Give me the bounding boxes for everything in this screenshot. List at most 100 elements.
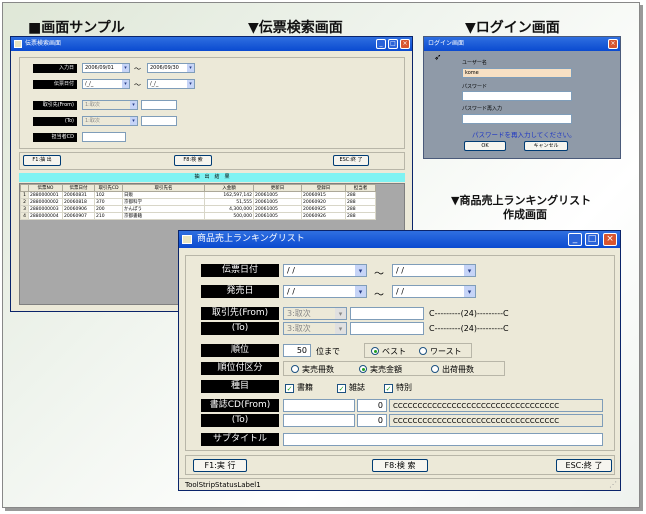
ok-button[interactable]: OK: [464, 141, 506, 151]
cancel-button[interactable]: キャンセル: [524, 141, 568, 151]
radio-best-label: ベスト: [382, 347, 407, 356]
maximize-button[interactable]: □: [388, 39, 398, 49]
close-button[interactable]: ×: [400, 39, 410, 49]
client-from-code-input[interactable]: [350, 307, 424, 320]
maximize-button[interactable]: □: [585, 233, 599, 246]
chevron-down-icon[interactable]: ▾: [122, 80, 129, 88]
book-cd-to-input[interactable]: [283, 414, 355, 427]
chevron-down-icon[interactable]: ▾: [122, 64, 129, 72]
client-from-select-value: 1:取次: [85, 102, 100, 108]
cell: 20060920: [301, 198, 346, 206]
chevron-down-icon[interactable]: ▾: [187, 80, 194, 88]
exit-button[interactable]: ESC:終 了: [556, 459, 612, 472]
close-button[interactable]: ×: [603, 233, 617, 246]
table-row[interactable]: 3 2880000003 20060906 200 かんぽう 4,300,000…: [20, 205, 376, 213]
client-from-hint: C---------(24)---------C: [429, 309, 509, 318]
cell: 288: [345, 191, 376, 199]
radio-sales-amount[interactable]: 実売金額: [359, 364, 402, 375]
release-date-to[interactable]: / / ▾: [392, 285, 476, 298]
radio-icon: [291, 365, 299, 373]
cell: 20061005: [253, 212, 302, 220]
book-cd-to-label: (To): [201, 414, 279, 427]
close-button[interactable]: ×: [608, 39, 618, 49]
col-header[interactable]: 伝票NO: [28, 184, 63, 192]
col-header[interactable]: 登録日: [301, 184, 346, 192]
chevron-down-icon[interactable]: ▾: [355, 286, 366, 297]
col-header[interactable]: 担当者: [345, 184, 376, 192]
chevron-down-icon[interactable]: ▾: [355, 265, 366, 276]
password-confirm-label: パスワード再入力: [462, 106, 503, 112]
subtitle-label: サブタイトル: [201, 433, 279, 446]
client-to-select[interactable]: 3:取次 ▾: [283, 322, 347, 335]
subtitle-input[interactable]: [283, 433, 603, 446]
cell: 20060906: [62, 205, 95, 213]
cell: 20060915: [301, 191, 346, 199]
client-to-select[interactable]: 1:取次 ▾: [82, 116, 138, 126]
col-header[interactable]: 入金額: [204, 184, 254, 192]
cell: 51,555: [204, 198, 254, 206]
book-cd-from-input[interactable]: [283, 399, 355, 412]
staff-cd-input[interactable]: [82, 132, 126, 142]
chevron-down-icon[interactable]: ▾: [335, 308, 346, 319]
client-to-select-value: 1:取次: [85, 118, 100, 124]
search-button[interactable]: F8:検 索: [372, 459, 428, 472]
slip-date-from[interactable]: /_/_ ▾: [82, 79, 130, 89]
col-header[interactable]: 更新日: [253, 184, 302, 192]
release-date-from[interactable]: / / ▾: [283, 285, 367, 298]
check-special[interactable]: ✓ 特別: [384, 382, 412, 393]
table-row[interactable]: 1 2880000001 20060831 102 日販 162,597,142…: [20, 191, 376, 199]
col-header[interactable]: 伝票日付: [62, 184, 95, 192]
book-cd-from-zero[interactable]: 0: [357, 399, 387, 412]
cell: 20061005: [253, 198, 302, 206]
col-header[interactable]: 取引先名: [122, 184, 205, 192]
check-magazine[interactable]: ✓ 雑誌: [337, 382, 365, 393]
execute-button[interactable]: F1:実 行: [193, 459, 247, 472]
client-to-code-input[interactable]: [141, 116, 177, 126]
password-input[interactable]: [462, 91, 572, 101]
cursor-icon: ➶: [434, 53, 442, 63]
radio-worst[interactable]: ワースト: [419, 346, 462, 357]
book-cd-to-zero[interactable]: 0: [357, 414, 387, 427]
radio-sales-qty[interactable]: 実売冊数: [291, 364, 334, 375]
chevron-down-icon[interactable]: ▾: [464, 265, 475, 276]
input-date-to[interactable]: 2006/09/30 ▾: [147, 63, 195, 73]
chevron-down-icon[interactable]: ▾: [335, 323, 346, 334]
cell: 20061005: [253, 191, 302, 199]
table-row[interactable]: 4 2880000004 20060907 210 京都書籍 500,000 2…: [20, 212, 376, 220]
chevron-down-icon[interactable]: ▾: [187, 64, 194, 72]
client-from-select[interactable]: 1:取次 ▾: [82, 100, 138, 110]
client-from-code-input[interactable]: [141, 100, 177, 110]
login-message: パスワードを再入力してください。: [472, 131, 576, 139]
radio-ship-qty[interactable]: 出荷冊数: [431, 364, 474, 375]
slip-date-from[interactable]: / / ▾: [283, 264, 367, 277]
table-row[interactable]: 2 2880000002 20060818 370 京都科学 51,555 20…: [20, 198, 376, 206]
search-button[interactable]: F8:検 索: [174, 155, 212, 166]
client-to-code-input[interactable]: [350, 322, 424, 335]
check-book[interactable]: ✓ 書籍: [285, 382, 313, 393]
radio-best[interactable]: ベスト: [371, 346, 406, 357]
resize-grip-icon[interactable]: ⋰: [609, 479, 617, 490]
password-confirm-input[interactable]: [462, 114, 572, 124]
minimize-button[interactable]: _: [568, 233, 582, 246]
user-name-input[interactable]: kome: [462, 68, 572, 78]
check-special-label: 特別: [396, 383, 412, 392]
minimize-button[interactable]: _: [376, 39, 386, 49]
slip-date-from-value: /_/_: [85, 81, 94, 87]
cell: 200: [94, 205, 123, 213]
app-icon: [14, 40, 22, 48]
col-header[interactable]: 取引先CD: [94, 184, 123, 192]
grid-corner: [20, 184, 29, 192]
chevron-down-icon[interactable]: ▾: [464, 286, 475, 297]
extract-button[interactable]: F1:抽 出: [23, 155, 61, 166]
cell: 2880000003: [28, 205, 63, 213]
radio-ship-qty-label: 出荷冊数: [442, 365, 474, 374]
slip-date-to[interactable]: /_/_ ▾: [147, 79, 195, 89]
client-to-select-value: 3:取次: [287, 324, 311, 333]
rank-input[interactable]: 50: [283, 344, 311, 357]
exit-button[interactable]: ESC:終 了: [333, 155, 369, 166]
chevron-down-icon[interactable]: ▾: [130, 101, 137, 109]
chevron-down-icon[interactable]: ▾: [130, 117, 137, 125]
input-date-from[interactable]: 2006/09/01 ▾: [82, 63, 130, 73]
slip-date-to[interactable]: / / ▾: [392, 264, 476, 277]
client-from-select[interactable]: 3:取次 ▾: [283, 307, 347, 320]
